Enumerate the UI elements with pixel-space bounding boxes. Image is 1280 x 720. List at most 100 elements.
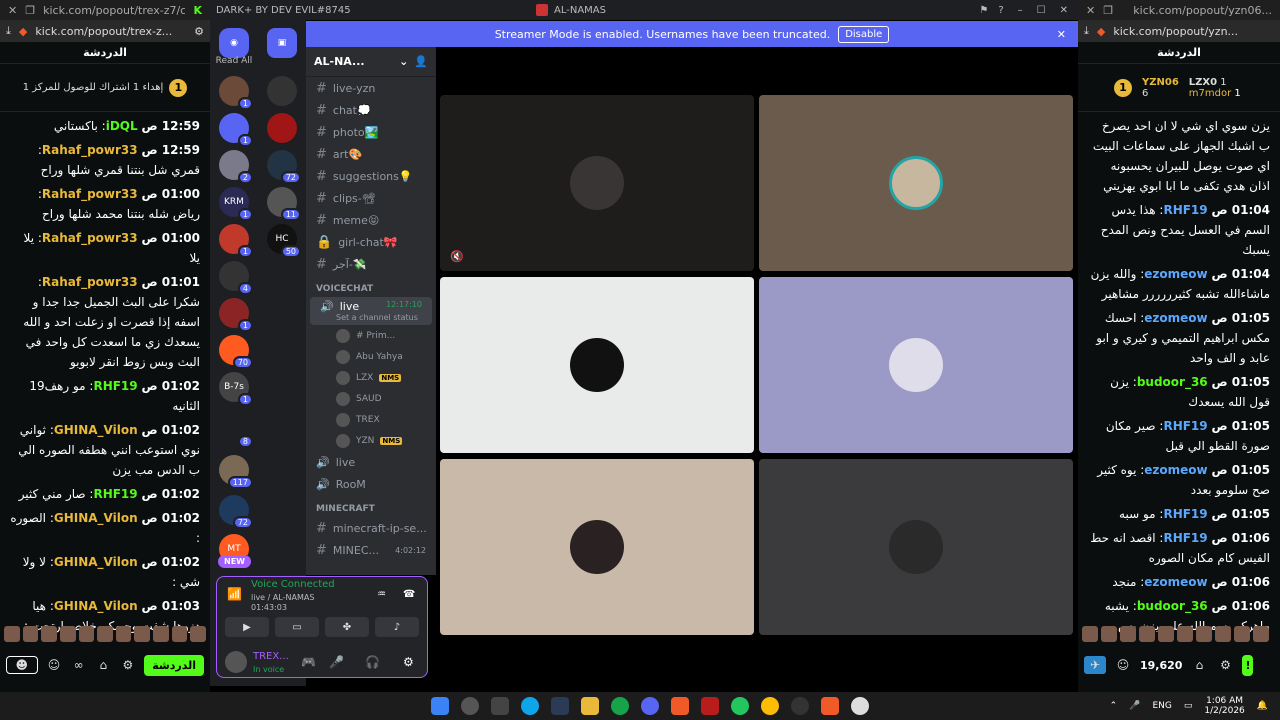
avatar[interactable]: ☻ xyxy=(6,656,38,674)
server-icon[interactable]: 8 xyxy=(219,414,253,448)
server-icon[interactable] xyxy=(267,113,297,143)
server-icon[interactable]: B-7s 1 xyxy=(219,372,253,406)
username[interactable]: RHF19 xyxy=(1163,203,1207,217)
server-icon[interactable]: 117 xyxy=(219,455,253,489)
signal-icon[interactable]: 📶 xyxy=(227,587,243,603)
username[interactable]: Rahaf_powr33 xyxy=(42,187,138,201)
read-all-label[interactable]: Read All xyxy=(210,56,258,66)
participant-tile[interactable] xyxy=(759,277,1073,453)
username[interactable]: Rahaf_powr33 xyxy=(42,275,138,289)
voice-user[interactable]: SAUD xyxy=(306,388,436,409)
network-icon[interactable]: ▭ xyxy=(1184,701,1193,711)
username[interactable]: ezomeow xyxy=(1144,575,1207,589)
username[interactable]: RHF19 xyxy=(1163,507,1207,521)
username[interactable]: ezomeow xyxy=(1144,311,1207,325)
server-icon[interactable]: 1 xyxy=(219,76,253,110)
username[interactable]: Rahaf_powr33 xyxy=(42,143,138,157)
store-icon[interactable]: ⌂ xyxy=(95,656,112,674)
server-icon[interactable]: 1 xyxy=(219,298,253,332)
mic-icon[interactable]: 🎤 xyxy=(329,655,344,669)
close-icon[interactable]: ✕ xyxy=(1057,28,1066,41)
emoji-icon[interactable]: ☺ xyxy=(46,656,63,674)
infinity-icon[interactable]: ∞ xyxy=(70,656,87,674)
left-url[interactable]: kick.com/popout/trex-z... xyxy=(35,25,186,38)
obs-icon[interactable] xyxy=(851,697,869,715)
mic-icon[interactable]: 🎤 xyxy=(1129,701,1140,711)
folder-icon[interactable]: ▣ xyxy=(267,28,297,58)
explorer-icon[interactable] xyxy=(581,697,599,715)
text-channel[interactable]: # آجر-💸 xyxy=(306,253,436,275)
username[interactable]: RHF19 xyxy=(93,487,137,501)
restore-icon[interactable]: ❐ xyxy=(25,4,35,17)
username[interactable]: GHINA_Vilon xyxy=(54,423,138,437)
add-member-icon[interactable]: 👤 xyxy=(414,55,428,68)
channel-status[interactable]: Set a channel status xyxy=(320,313,418,322)
server-icon[interactable]: HC 50 xyxy=(267,224,301,258)
soundboard-button[interactable]: ♪ xyxy=(375,617,419,637)
voice-user[interactable]: Abu Yahya xyxy=(306,346,436,367)
emote-row[interactable] xyxy=(4,626,207,644)
text-channel[interactable]: # clips-📽 xyxy=(306,187,436,209)
right-tab-title[interactable]: kick.com/popout/yzn06... xyxy=(1121,4,1272,17)
language-indicator[interactable]: ENG xyxy=(1152,701,1171,711)
username[interactable]: GHINA_Vilon xyxy=(54,555,138,569)
left-tab-title[interactable]: kick.com/popout/trex-z7/c... xyxy=(43,4,185,17)
server-icon[interactable]: 2 xyxy=(219,150,253,184)
text-channel[interactable]: 🔒 girl-chat🎀 xyxy=(306,231,436,253)
close-icon[interactable]: ✕ xyxy=(8,4,17,17)
server-icon[interactable]: 72 xyxy=(219,495,253,529)
video-app-icon[interactable] xyxy=(701,697,719,715)
avatar[interactable] xyxy=(225,651,247,673)
text-channel[interactable]: # meme😝 xyxy=(306,209,436,231)
right-url[interactable]: kick.com/popout/yzn... xyxy=(1113,25,1274,38)
username[interactable]: ezomeow xyxy=(1144,463,1207,477)
voice-channel[interactable]: 🔊 RooM xyxy=(306,473,436,495)
send-chat-button[interactable]: الدردشة xyxy=(144,654,204,676)
discord-home-icon[interactable]: ◉ xyxy=(219,28,249,58)
notification-icon[interactable]: 🔔 xyxy=(1257,701,1268,711)
username[interactable]: GHINA_Vilon xyxy=(54,599,138,613)
new-badge[interactable]: NEW xyxy=(218,555,251,568)
discord-icon[interactable] xyxy=(641,697,659,715)
username[interactable]: budoor_36 xyxy=(1137,375,1208,389)
minimize-icon[interactable]: – xyxy=(1018,5,1023,16)
username[interactable]: ezomeow xyxy=(1144,267,1207,281)
steam-icon[interactable] xyxy=(551,697,569,715)
brave-icon[interactable] xyxy=(821,697,839,715)
start-icon[interactable] xyxy=(431,697,449,715)
disable-button[interactable]: Disable xyxy=(838,25,890,43)
gear-icon[interactable]: ⚙ xyxy=(1216,656,1234,674)
clock[interactable]: 1:06 AM 1/2/2026 xyxy=(1204,696,1244,716)
participant-tile[interactable] xyxy=(759,459,1073,635)
vc-sub[interactable]: live / AL-NAMAS xyxy=(251,593,314,602)
minecraft-category[interactable]: MINECRAFT xyxy=(306,495,436,517)
username[interactable]: GHINA_Vilon xyxy=(54,511,138,525)
username[interactable]: RHF19 xyxy=(1163,531,1207,545)
app-icon[interactable] xyxy=(791,697,809,715)
participant-tile[interactable]: 🔇 xyxy=(440,95,754,271)
voice-user[interactable]: # Prim... xyxy=(306,325,436,346)
xbox-icon[interactable] xyxy=(611,697,629,715)
participant-tile[interactable] xyxy=(759,95,1073,271)
whatsapp-icon[interactable] xyxy=(731,697,749,715)
text-channel[interactable]: # minecraft-ip-se... xyxy=(306,517,436,539)
screen-share-button[interactable]: ▭ xyxy=(275,617,319,637)
task-view-icon[interactable] xyxy=(491,697,509,715)
server-icon[interactable]: KRM 1 xyxy=(219,187,253,221)
server-icon[interactable]: 11 xyxy=(267,187,301,221)
search-icon[interactable] xyxy=(461,697,479,715)
gamepad-icon[interactable]: 🎮 xyxy=(301,655,316,669)
server-icon[interactable]: 1 xyxy=(219,113,253,147)
voice-user[interactable]: TREX xyxy=(306,409,436,430)
edge-icon[interactable] xyxy=(521,697,539,715)
chrome-icon[interactable] xyxy=(761,697,779,715)
gear-icon[interactable]: ⚙ xyxy=(403,655,414,669)
username[interactable]: Rahaf_powr33 xyxy=(42,231,138,245)
activity-button[interactable]: ✤ xyxy=(325,617,369,637)
camera-button[interactable]: ▶ xyxy=(225,617,269,637)
voice-channel-live[interactable]: 🔊 live 12:17:10 Set a channel status xyxy=(310,297,432,325)
username[interactable]: iDQL xyxy=(106,119,138,133)
server-icon[interactable] xyxy=(267,76,297,106)
text-channel[interactable]: # chat💭 xyxy=(306,99,436,121)
brave-icon[interactable]: ◆ xyxy=(19,25,27,38)
